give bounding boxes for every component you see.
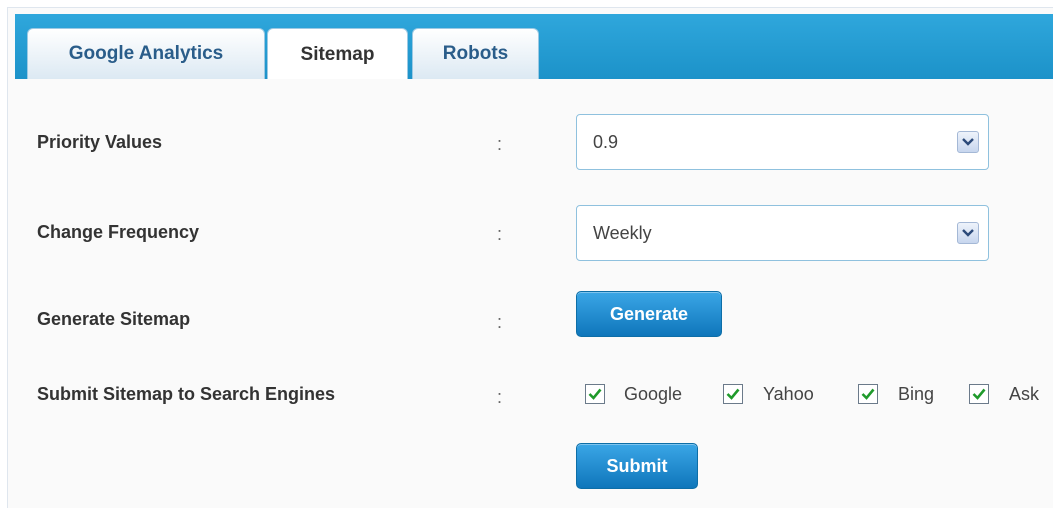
bing-checkbox-label: Bing [898, 384, 935, 404]
chevron-down-icon[interactable] [957, 222, 979, 244]
change-frequency-label: Change Frequency [37, 222, 200, 242]
selected-value: Weekly [593, 223, 652, 243]
tab-robots[interactable]: Robots [412, 28, 539, 79]
ask-checkbox[interactable] [969, 384, 989, 404]
checkmark-icon [861, 388, 875, 400]
ask-checkbox-label: Ask [1009, 384, 1040, 404]
yahoo-checkbox[interactable] [723, 384, 743, 404]
generate-sitemap-label: Generate Sitemap [37, 309, 191, 329]
chevron-down-icon[interactable] [957, 131, 979, 153]
tab-label: Robots [442, 43, 509, 64]
selected-value: 0.9 [593, 132, 619, 152]
checkmark-icon [588, 388, 602, 400]
tab-sitemap[interactable]: Sitemap [267, 28, 408, 80]
bing-checkbox[interactable] [858, 384, 878, 404]
change-frequency-select[interactable]: Weekly [576, 205, 989, 261]
tab-bar: Google Analytics Sitemap Robots [15, 14, 1053, 80]
checkmark-icon [972, 388, 986, 400]
generate-button[interactable]: Generate [576, 291, 722, 337]
submit-button[interactable]: Submit [576, 443, 698, 489]
tab-label: Sitemap [300, 43, 375, 65]
priority-values-label: Priority Values [37, 132, 163, 152]
submit-search-engines-label: Submit Sitemap to Search Engines [37, 384, 336, 404]
google-checkbox[interactable] [585, 384, 605, 404]
tab-google-analytics[interactable]: Google Analytics [27, 28, 265, 79]
priority-values-select[interactable]: 0.9 [576, 114, 989, 170]
google-checkbox-label: Google [624, 384, 683, 404]
colon: : [497, 134, 503, 154]
tab-label: Google Analytics [68, 43, 224, 64]
colon: : [497, 387, 503, 407]
colon: : [497, 224, 503, 244]
yahoo-checkbox-label: Yahoo [763, 384, 814, 404]
colon: : [497, 312, 503, 332]
checkmark-icon [726, 388, 740, 400]
